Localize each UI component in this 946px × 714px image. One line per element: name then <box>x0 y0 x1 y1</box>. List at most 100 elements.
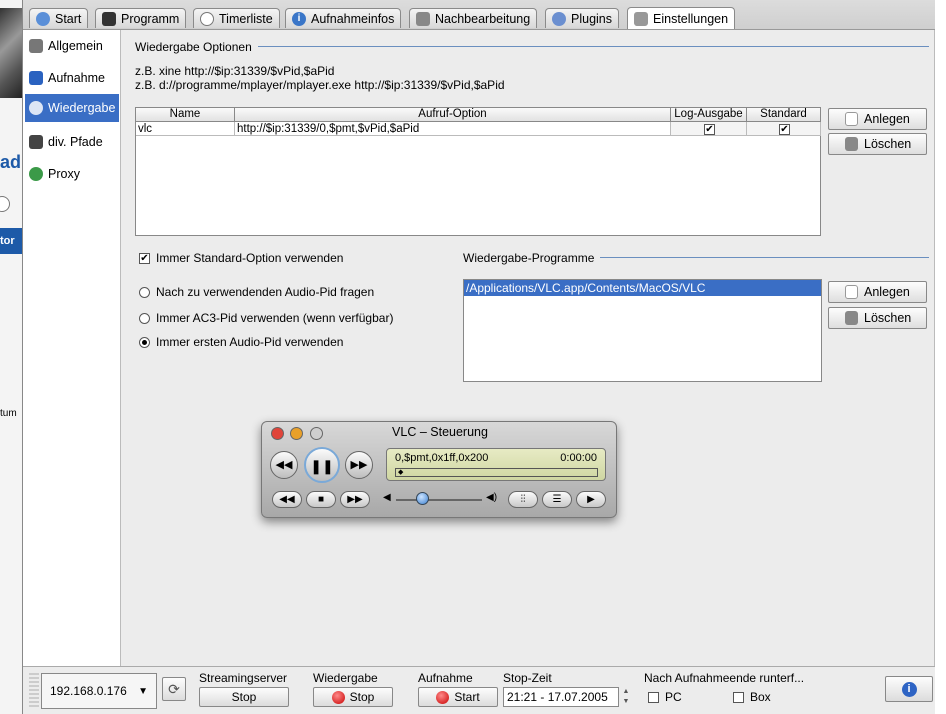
tab-bar: Start Programm Timerliste i Aufnahmeinfo… <box>23 0 935 30</box>
radio-button[interactable] <box>139 312 150 324</box>
add-program-button[interactable]: Anlegen <box>828 281 927 303</box>
button-label: Stop <box>231 690 257 704</box>
background-image <box>0 8 22 98</box>
tab-timerliste[interactable]: Timerliste <box>193 8 280 28</box>
new-document-icon <box>845 285 858 299</box>
rewind-button[interactable]: ◀◀ <box>270 451 298 479</box>
after-record-label: Nach Aufnahmeende runterf... <box>644 671 805 685</box>
column-header[interactable]: Log-Ausgabe <box>671 108 747 122</box>
stop-icon <box>331 690 345 704</box>
radio-button[interactable] <box>139 336 150 348</box>
pause-button[interactable]: ❚❚ <box>304 447 340 483</box>
shutdown-pc-option[interactable]: PC <box>648 690 682 704</box>
record-icon <box>436 690 450 704</box>
volume-slider[interactable] <box>396 499 482 501</box>
table-cell-option[interactable]: http://$ip:31339/0,$pmt,$vPid,$aPid <box>235 122 671 136</box>
column-header[interactable]: Standard <box>747 108 821 122</box>
disk-icon <box>29 135 43 149</box>
background-text: tum <box>0 408 17 419</box>
shutdown-box-option[interactable]: Box <box>733 690 771 704</box>
playlist-button[interactable]: ☰ <box>542 491 572 508</box>
next-button[interactable]: ▶▶ <box>340 491 370 508</box>
position-marker[interactable]: ◆ <box>398 469 403 476</box>
status-bar: 192.168.0.176 ▼ ⟳ Streamingserver Stop W… <box>23 666 935 714</box>
sidebar-item-proxy[interactable]: Proxy <box>25 160 119 188</box>
play-button[interactable]: ▶ <box>576 491 606 508</box>
sidebar-item-pfade[interactable]: div. Pfade <box>25 128 119 156</box>
box-checkbox[interactable] <box>733 691 744 703</box>
button-label: Anlegen <box>864 112 910 126</box>
tab-start[interactable]: Start <box>29 8 89 28</box>
ip-select[interactable]: 192.168.0.176 ▼ <box>41 673 157 709</box>
streaming-stop-button[interactable]: Stop <box>199 687 289 707</box>
radio-first-audio-pid[interactable]: Immer ersten Audio-Pid verwenden <box>139 335 343 349</box>
plugin-icon <box>552 11 566 26</box>
list-item[interactable]: /Applications/VLC.app/Contents/MacOS/VLC <box>464 280 821 296</box>
table-cell-log[interactable]: ✔ <box>671 122 747 136</box>
vlc-title: VLC – Steuerung <box>392 425 488 439</box>
volume-knob[interactable] <box>415 492 429 505</box>
sidebar-item-label: Proxy <box>48 167 80 181</box>
log-checkbox[interactable]: ✔ <box>704 124 715 135</box>
tab-label: Nachbearbeitung <box>435 11 531 26</box>
option-label: Box <box>750 690 771 704</box>
options-table[interactable]: Name Aufruf-Option Log-Ausgabe Standard … <box>135 107 821 236</box>
option-label: PC <box>665 690 682 704</box>
tab-nachbearbeitung[interactable]: Nachbearbeitung <box>409 8 538 28</box>
button-label: Anlegen <box>864 285 910 299</box>
table-cell-standard[interactable]: ✔ <box>747 122 821 136</box>
trash-icon <box>845 311 858 325</box>
standard-checkbox[interactable]: ✔ <box>779 124 790 135</box>
section-title: Wiedergabe Optionen <box>135 40 258 54</box>
info-button[interactable]: i <box>885 676 933 702</box>
info-icon: i <box>292 11 306 26</box>
delete-option-button[interactable]: Löschen <box>828 133 927 155</box>
radio-button[interactable] <box>139 286 150 298</box>
home-icon <box>36 11 50 26</box>
sidebar-item-label: Allgemein <box>48 39 103 53</box>
vlc-controller-window[interactable]: VLC – Steuerung ◀◀ ❚❚ ▶▶ 0,$pmt,0x1ff,0x… <box>261 421 617 518</box>
tab-aufnahmeinfos[interactable]: i Aufnahmeinfos <box>285 8 402 28</box>
playback-label: Wiedergabe <box>313 671 378 685</box>
sidebar-item-aufnahme[interactable]: Aufnahme <box>25 64 119 92</box>
tools-icon <box>29 39 43 53</box>
add-option-button[interactable]: Anlegen <box>828 108 927 130</box>
use-standard-option[interactable]: ✔ Immer Standard-Option verwenden <box>139 251 343 265</box>
sidebar-item-label: div. Pfade <box>48 135 103 149</box>
app-window: Start Programm Timerliste i Aufnahmeinfo… <box>22 0 935 714</box>
radio-ask-audio-pid[interactable]: Nach zu verwendenden Audio-Pid fragen <box>139 285 374 299</box>
previous-button[interactable]: ◀◀ <box>272 491 302 508</box>
clock-icon <box>200 11 214 26</box>
tab-einstellungen[interactable]: Einstellungen <box>627 7 736 29</box>
use-standard-checkbox[interactable]: ✔ <box>139 252 150 264</box>
record-start-button[interactable]: Start <box>418 687 498 707</box>
sidebar-item-wiedergabe[interactable]: Wiedergabe <box>25 94 119 122</box>
forward-button[interactable]: ▶▶ <box>345 451 373 479</box>
column-header[interactable]: Name <box>136 108 235 122</box>
position-track[interactable]: ◆ <box>395 468 598 477</box>
radio-ac3-pid[interactable]: Immer AC3-Pid verwenden (wenn verfügbar) <box>139 311 393 325</box>
background-app: ad tor tum <box>0 0 22 714</box>
column-header[interactable]: Aufruf-Option <box>235 108 671 122</box>
clapper-icon <box>29 71 43 85</box>
stoptime-input[interactable]: 21:21 - 17.07.2005 <box>503 687 619 707</box>
programs-list[interactable]: /Applications/VLC.app/Contents/MacOS/VLC <box>463 279 822 382</box>
equalizer-button[interactable]: ⫶⫶ <box>508 491 538 508</box>
tab-label: Aufnahmeinfos <box>311 11 395 26</box>
stoptime-spinner[interactable]: ▲ ▼ <box>620 687 632 707</box>
sidebar-item-allgemein[interactable]: Allgemein <box>25 32 119 60</box>
pc-checkbox[interactable] <box>648 691 659 703</box>
tab-label: Plugins <box>571 11 612 26</box>
stop-button[interactable]: ■ <box>306 491 336 508</box>
table-cell-name[interactable]: vlc <box>136 122 235 136</box>
refresh-button[interactable]: ⟳ <box>162 677 186 701</box>
grip-handle[interactable] <box>29 673 39 709</box>
stoptime-label: Stop-Zeit <box>503 671 552 685</box>
tab-plugins[interactable]: Plugins <box>545 8 619 28</box>
delete-program-button[interactable]: Löschen <box>828 307 927 329</box>
background-button <box>0 196 10 212</box>
playback-stop-button[interactable]: Stop <box>313 687 393 707</box>
tab-programm[interactable]: Programm <box>95 8 187 28</box>
example-text: z.B. d://programme/mplayer/mplayer.exe h… <box>135 78 505 92</box>
option-label: Immer AC3-Pid verwenden (wenn verfügbar) <box>156 311 394 325</box>
